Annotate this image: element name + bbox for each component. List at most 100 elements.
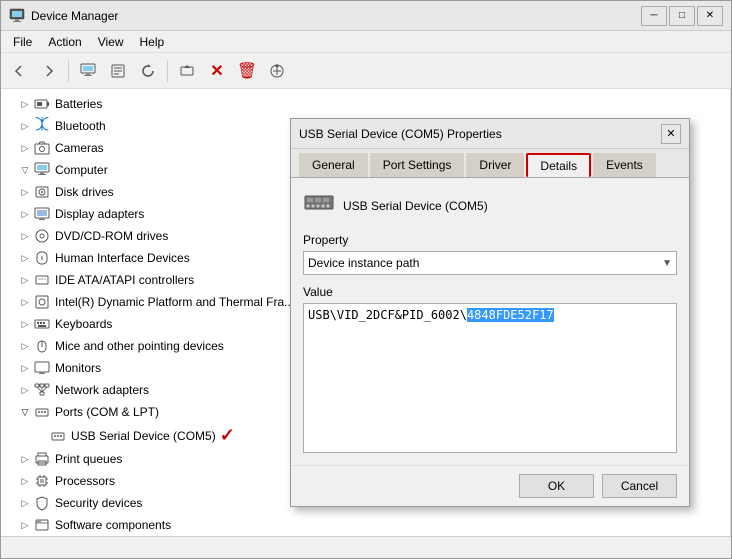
ports-icon <box>33 403 51 421</box>
tree-item-software-components[interactable]: ▷ Software components <box>1 514 730 536</box>
cameras-label: Cameras <box>55 141 104 155</box>
close-button[interactable]: ✕ <box>697 6 723 26</box>
expand-processors[interactable]: ▷ <box>17 476 33 487</box>
tab-events[interactable]: Events <box>593 153 656 177</box>
uninstall-button[interactable]: 🗑 <box>233 57 261 85</box>
disk-icon <box>33 183 51 201</box>
ports-label: Ports (COM & LPT) <box>55 405 159 419</box>
value-label: Value <box>303 285 677 299</box>
expand-display[interactable]: ▷ <box>17 209 33 220</box>
tab-general[interactable]: General <box>299 153 368 177</box>
print-label: Print queues <box>55 452 122 466</box>
batteries-label: Batteries <box>55 97 102 111</box>
menu-action[interactable]: Action <box>40 33 89 51</box>
menu-bar: File Action View Help <box>1 31 731 53</box>
security-icon <box>33 494 51 512</box>
checkmark-annotation: ✓ <box>220 425 235 446</box>
keyboards-icon <box>33 315 51 333</box>
expand-computer[interactable]: ▽ <box>17 165 33 176</box>
software-components-icon <box>33 516 51 534</box>
toolbar-separator-2 <box>167 60 168 82</box>
value-text-highlighted: 4848FDE52F17 <box>467 308 554 322</box>
usb-serial-icon <box>49 427 67 445</box>
cameras-icon <box>33 139 51 157</box>
update-driver-button[interactable] <box>173 57 201 85</box>
expand-batteries[interactable]: ▷ <box>17 99 33 110</box>
dvd-label: DVD/CD-ROM drives <box>55 229 168 243</box>
menu-view[interactable]: View <box>90 33 132 51</box>
mice-icon <box>33 337 51 355</box>
monitors-icon <box>33 359 51 377</box>
expand-monitors[interactable]: ▷ <box>17 363 33 374</box>
window-controls: ─ □ ✕ <box>641 6 723 26</box>
expand-ports[interactable]: ▽ <box>17 407 33 418</box>
window-title: Device Manager <box>31 9 641 23</box>
network-icon <box>33 381 51 399</box>
keyboards-label: Keyboards <box>55 317 112 331</box>
device-header-icon <box>303 190 335 221</box>
display-label: Display adapters <box>55 207 144 221</box>
computer-icon <box>33 161 51 179</box>
expand-cameras[interactable]: ▷ <box>17 143 33 154</box>
expand-print[interactable]: ▷ <box>17 454 33 465</box>
properties-dialog: USB Serial Device (COM5) Properties ✕ Ge… <box>290 118 690 507</box>
intel-icon <box>33 293 51 311</box>
back-button[interactable] <box>5 57 33 85</box>
security-label: Security devices <box>55 496 142 510</box>
processors-icon <box>33 472 51 490</box>
ide-icon <box>33 271 51 289</box>
intel-label: Intel(R) Dynamic Platform and Thermal Fr… <box>55 295 294 309</box>
expand-dvd[interactable]: ▷ <box>17 231 33 242</box>
property-label: Property <box>303 233 677 247</box>
usb-serial-label: USB Serial Device (COM5) <box>71 429 216 443</box>
menu-file[interactable]: File <box>5 33 40 51</box>
batteries-icon <box>33 95 51 113</box>
ide-label: IDE ATA/ATAPI controllers <box>55 273 194 287</box>
expand-disk[interactable]: ▷ <box>17 187 33 198</box>
refresh-button[interactable] <box>134 57 162 85</box>
expand-hid[interactable]: ▷ <box>17 253 33 264</box>
monitors-label: Monitors <box>55 361 101 375</box>
print-icon <box>33 450 51 468</box>
dialog-titlebar: USB Serial Device (COM5) Properties ✕ <box>291 119 689 149</box>
display-icon <box>33 205 51 223</box>
ok-button[interactable]: OK <box>519 474 594 498</box>
maximize-button[interactable]: □ <box>669 6 695 26</box>
tab-port-settings[interactable]: Port Settings <box>370 153 465 177</box>
forward-button[interactable] <box>35 57 63 85</box>
expand-software-components[interactable]: ▷ <box>17 520 33 531</box>
dialog-close-button[interactable]: ✕ <box>661 124 681 144</box>
scan-button[interactable] <box>263 57 291 85</box>
properties-button[interactable] <box>104 57 132 85</box>
bluetooth-icon: ⯰ <box>33 117 51 135</box>
bluetooth-label: Bluetooth <box>55 119 106 133</box>
computer-label: Computer <box>55 163 108 177</box>
tab-driver[interactable]: Driver <box>466 153 524 177</box>
expand-keyboards[interactable]: ▷ <box>17 319 33 330</box>
software-components-label: Software components <box>55 518 171 532</box>
disable-button[interactable]: ✕ <box>203 57 231 85</box>
dialog-title: USB Serial Device (COM5) Properties <box>299 127 661 141</box>
dialog-tabs: General Port Settings Driver Details Eve… <box>291 149 689 178</box>
expand-intel[interactable]: ▷ <box>17 297 33 308</box>
network-label: Network adapters <box>55 383 149 397</box>
menu-help[interactable]: Help <box>132 33 173 51</box>
minimize-button[interactable]: ─ <box>641 6 667 26</box>
cancel-button[interactable]: Cancel <box>602 474 677 498</box>
toolbar: ✕ 🗑 <box>1 53 731 89</box>
dialog-body: USB Serial Device (COM5) Property Device… <box>291 178 689 465</box>
expand-security[interactable]: ▷ <box>17 498 33 509</box>
title-bar: Device Manager ─ □ ✕ <box>1 1 731 31</box>
expand-mice[interactable]: ▷ <box>17 341 33 352</box>
expand-ide[interactable]: ▷ <box>17 275 33 286</box>
property-dropdown[interactable]: Device instance path ▼ <box>303 251 677 275</box>
tab-details[interactable]: Details <box>526 153 591 177</box>
toolbar-separator-1 <box>68 60 69 82</box>
device-header: USB Serial Device (COM5) <box>303 190 677 221</box>
expand-bluetooth[interactable]: ▷ <box>17 121 33 132</box>
property-dropdown-value: Device instance path <box>308 256 419 270</box>
dialog-buttons: OK Cancel <box>291 465 689 506</box>
expand-network[interactable]: ▷ <box>17 385 33 396</box>
tree-item-batteries[interactable]: ▷ Batteries <box>1 93 730 115</box>
computer-button[interactable] <box>74 57 102 85</box>
